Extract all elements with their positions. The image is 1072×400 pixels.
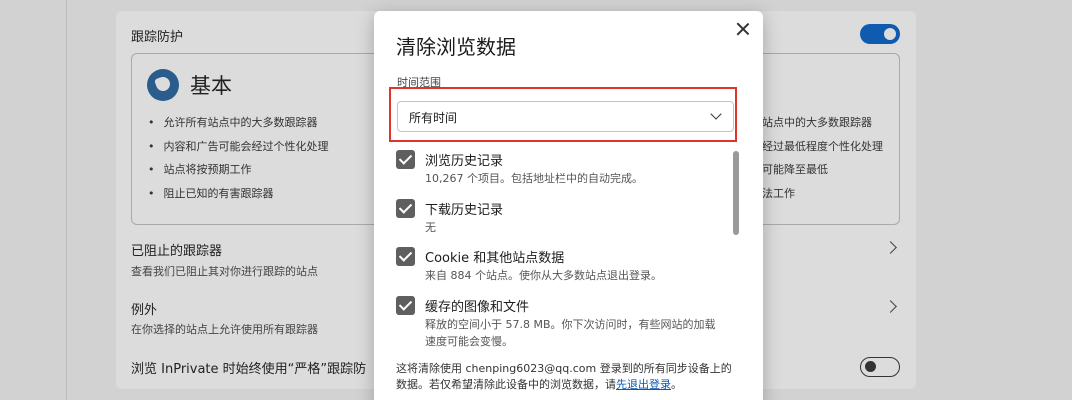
sign-out-link[interactable]: 先退出登录 [616,378,671,391]
balanced-bullet: 可能降至最低 [762,163,828,176]
exceptions-subtitle: 在你选择的站点上允许使用所有跟踪器 [131,323,318,336]
tracking-prevention-toggle[interactable] [860,24,900,44]
cache-checkbox[interactable] [396,296,415,315]
toggle-knob [865,361,876,372]
basic-option-title: 基本 [190,74,232,98]
balanced-bullet-list: 站点中的大多数跟踪器 经过最低程度个性化处理 可能降至最低 法工作 [762,115,883,209]
sidebar-divider [66,0,67,400]
download-history-checkbox[interactable] [396,199,415,218]
inprivate-strict-label: 浏览 InPrivate 时始终使用“严格”跟踪防 [131,362,367,377]
item-subtitle: 10,267 个项目。包括地址栏中的自动完成。 [425,172,643,185]
blocked-trackers-title[interactable]: 已阻止的跟踪器 [131,240,222,259]
annotation-highlight-box [389,87,737,142]
sync-notice-end: 。 [671,378,682,391]
sync-notice: 这将清除使用 chenping6023@qq.com 登录到的所有同步设备上的数… [396,361,741,393]
balanced-bullet: 站点中的大多数跟踪器 [762,116,872,129]
clear-browsing-data-dialog: 清除浏览数据 时间范围 所有时间 浏览历史记录 10,267 个项目。包括地址栏… [374,11,763,400]
dialog-title: 清除浏览数据 [396,35,516,59]
balanced-bullet: 法工作 [762,186,795,200]
list-scrollbar[interactable] [733,151,739,235]
item-title: 下载历史记录 [425,203,504,218]
item-title: Cookie 和其他站点数据 [425,251,565,266]
item-title: 浏览历史记录 [425,154,504,169]
balanced-bullet: 经过最低程度个性化处理 [762,139,883,153]
toggle-knob [884,28,896,40]
blocked-trackers-subtitle: 查看我们已阻止其对你进行跟踪的站点 [131,265,318,278]
basic-bullet: 阻止已知的有害跟踪器 [148,186,329,210]
item-title: 缓存的图像和文件 [425,300,530,315]
tracking-prevention-title: 跟踪防护 [131,30,184,45]
item-subtitle: 无 [425,221,436,234]
exceptions-title[interactable]: 例外 [131,299,157,318]
basic-bullet: 允许所有站点中的大多数跟踪器 [148,115,329,139]
basic-shield-icon [147,69,179,101]
close-icon[interactable] [734,20,752,38]
basic-bullet: 站点将按预期工作 [148,162,329,186]
basic-bullet-list: 允许所有站点中的大多数跟踪器 内容和广告可能会经过个性化处理 站点将按预期工作 … [148,115,329,209]
item-subtitle: 释放的空间小于 57.8 MB。你下次访问时，有些网站的加载速度可能会变慢。 [425,318,716,348]
item-subtitle: 来自 884 个站点。使你从大多数站点退出登录。 [425,269,662,282]
browsing-history-checkbox[interactable] [396,150,415,169]
inprivate-strict-toggle[interactable] [860,357,900,377]
basic-bullet: 内容和广告可能会经过个性化处理 [148,139,329,163]
cookies-checkbox[interactable] [396,247,415,266]
